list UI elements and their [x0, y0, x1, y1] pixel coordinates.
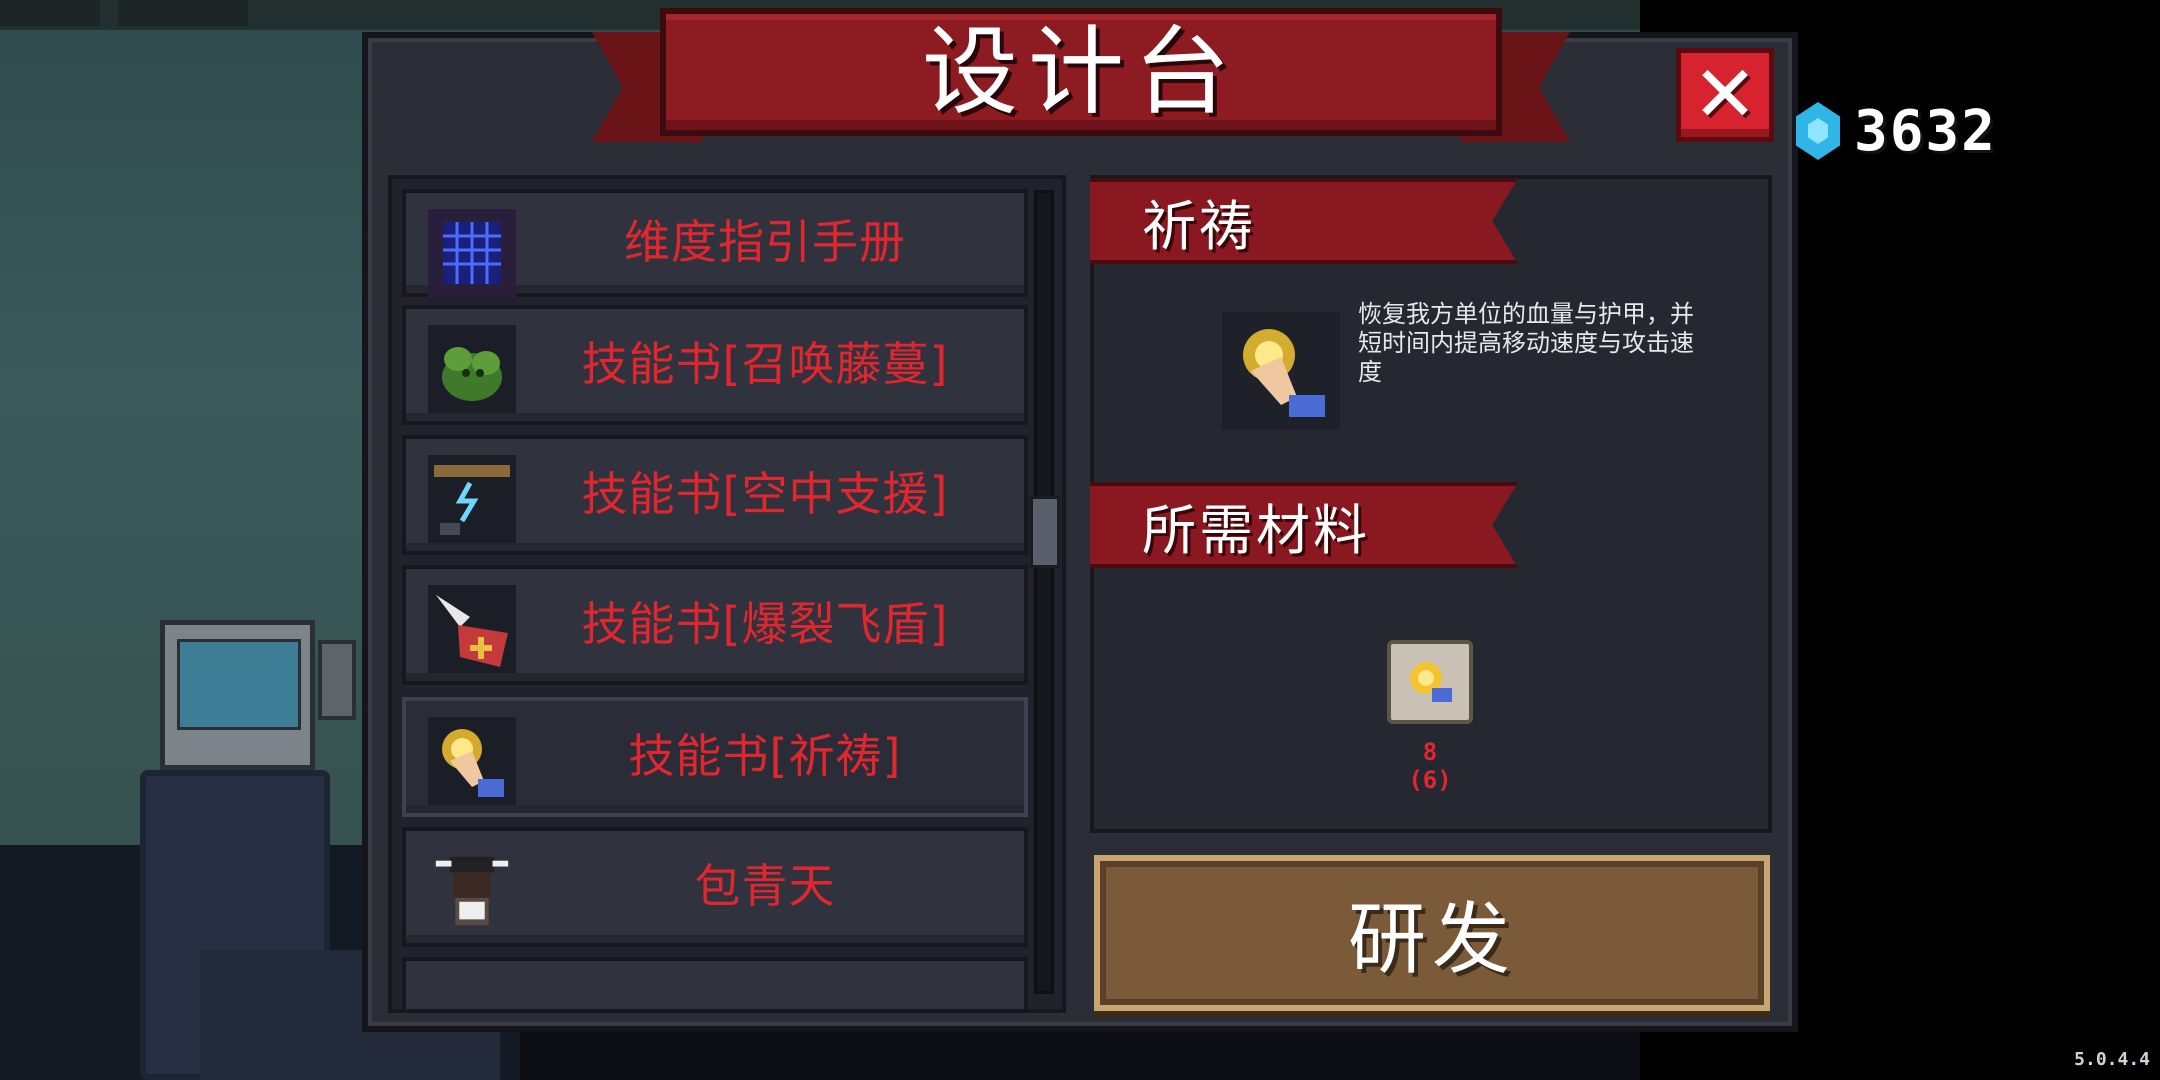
judge-character-icon	[428, 847, 516, 935]
close-button[interactable]: ✕	[1676, 48, 1774, 142]
air-support-icon	[428, 455, 516, 543]
research-button-label: 研发	[1347, 895, 1516, 985]
material-owned: 8	[1422, 738, 1438, 766]
list-item-dimension-manual[interactable]: 维度指引手册	[402, 189, 1028, 297]
title-banner: 设计台	[660, 8, 1502, 136]
skill-name: 祈祷	[1142, 194, 1256, 258]
material-item[interactable]	[1380, 636, 1480, 728]
list-item-label: 技能书[爆裂飞盾]	[581, 597, 949, 651]
list-item-air-support[interactable]: 技能书[空中支援]	[402, 435, 1028, 555]
list-item-label: 技能书[召唤藤蔓]	[581, 337, 949, 391]
gem-currency: 3632	[1796, 96, 1997, 166]
background-block	[0, 0, 100, 26]
close-icon: ✕	[1692, 50, 1758, 140]
vine-plant-icon	[428, 325, 516, 413]
version-label: 5.0.4.4	[2074, 1049, 2150, 1070]
skill-name-ribbon: 祈祷	[1090, 178, 1518, 264]
list-item-label	[526, 961, 1004, 1009]
materials-ribbon: 所需材料	[1090, 482, 1518, 568]
list-item-summon-vines[interactable]: 技能书[召唤藤蔓]	[402, 305, 1028, 425]
blue-gem-icon	[1796, 102, 1840, 160]
list-item-label: 技能书[祈祷]	[628, 729, 902, 783]
praying-hands-icon	[428, 717, 516, 805]
skill-scroll-icon	[1387, 640, 1473, 724]
list-item-exploding-shield[interactable]: 技能书[爆裂飞盾]	[402, 565, 1028, 685]
background-computer	[160, 620, 315, 770]
materials-header: 所需材料	[1142, 498, 1370, 562]
list-scrollbar-thumb[interactable]	[1030, 496, 1060, 568]
skill-preview-icon	[1222, 312, 1340, 430]
grid-manual-icon	[428, 209, 516, 297]
praying-hands-icon	[1243, 329, 1325, 417]
list-item-label: 维度指引手册	[624, 215, 906, 269]
material-required: (6)	[1408, 766, 1452, 794]
background-computer-side	[318, 640, 356, 720]
list-scrollbar-track[interactable]	[1034, 190, 1054, 994]
flying-shield-icon	[428, 585, 516, 673]
material-count: 8 (6)	[1380, 738, 1480, 794]
skill-description: 恢复我方单位的血量与护甲，并短时间内提高移动速度与攻击速度	[1358, 300, 1694, 386]
gem-count: 3632	[1854, 98, 1997, 164]
list-item-label: 技能书[空中支援]	[581, 467, 949, 521]
list-item-partial[interactable]	[402, 957, 1028, 1009]
dialog-title: 设计台	[922, 16, 1240, 128]
list-item-bao-qingtian[interactable]: 包青天	[402, 827, 1028, 947]
list-item-prayer[interactable]: 技能书[祈祷]	[402, 697, 1028, 817]
blueprint-list[interactable]: 维度指引手册 技能书[召唤藤蔓] 技能书[空中支援] 技能书[爆裂飞盾] 技能书…	[388, 175, 1066, 1013]
background-computer-screen	[177, 639, 301, 730]
list-item-label: 包青天	[694, 859, 836, 913]
background-block	[118, 0, 248, 26]
research-button[interactable]: 研发	[1094, 855, 1770, 1011]
